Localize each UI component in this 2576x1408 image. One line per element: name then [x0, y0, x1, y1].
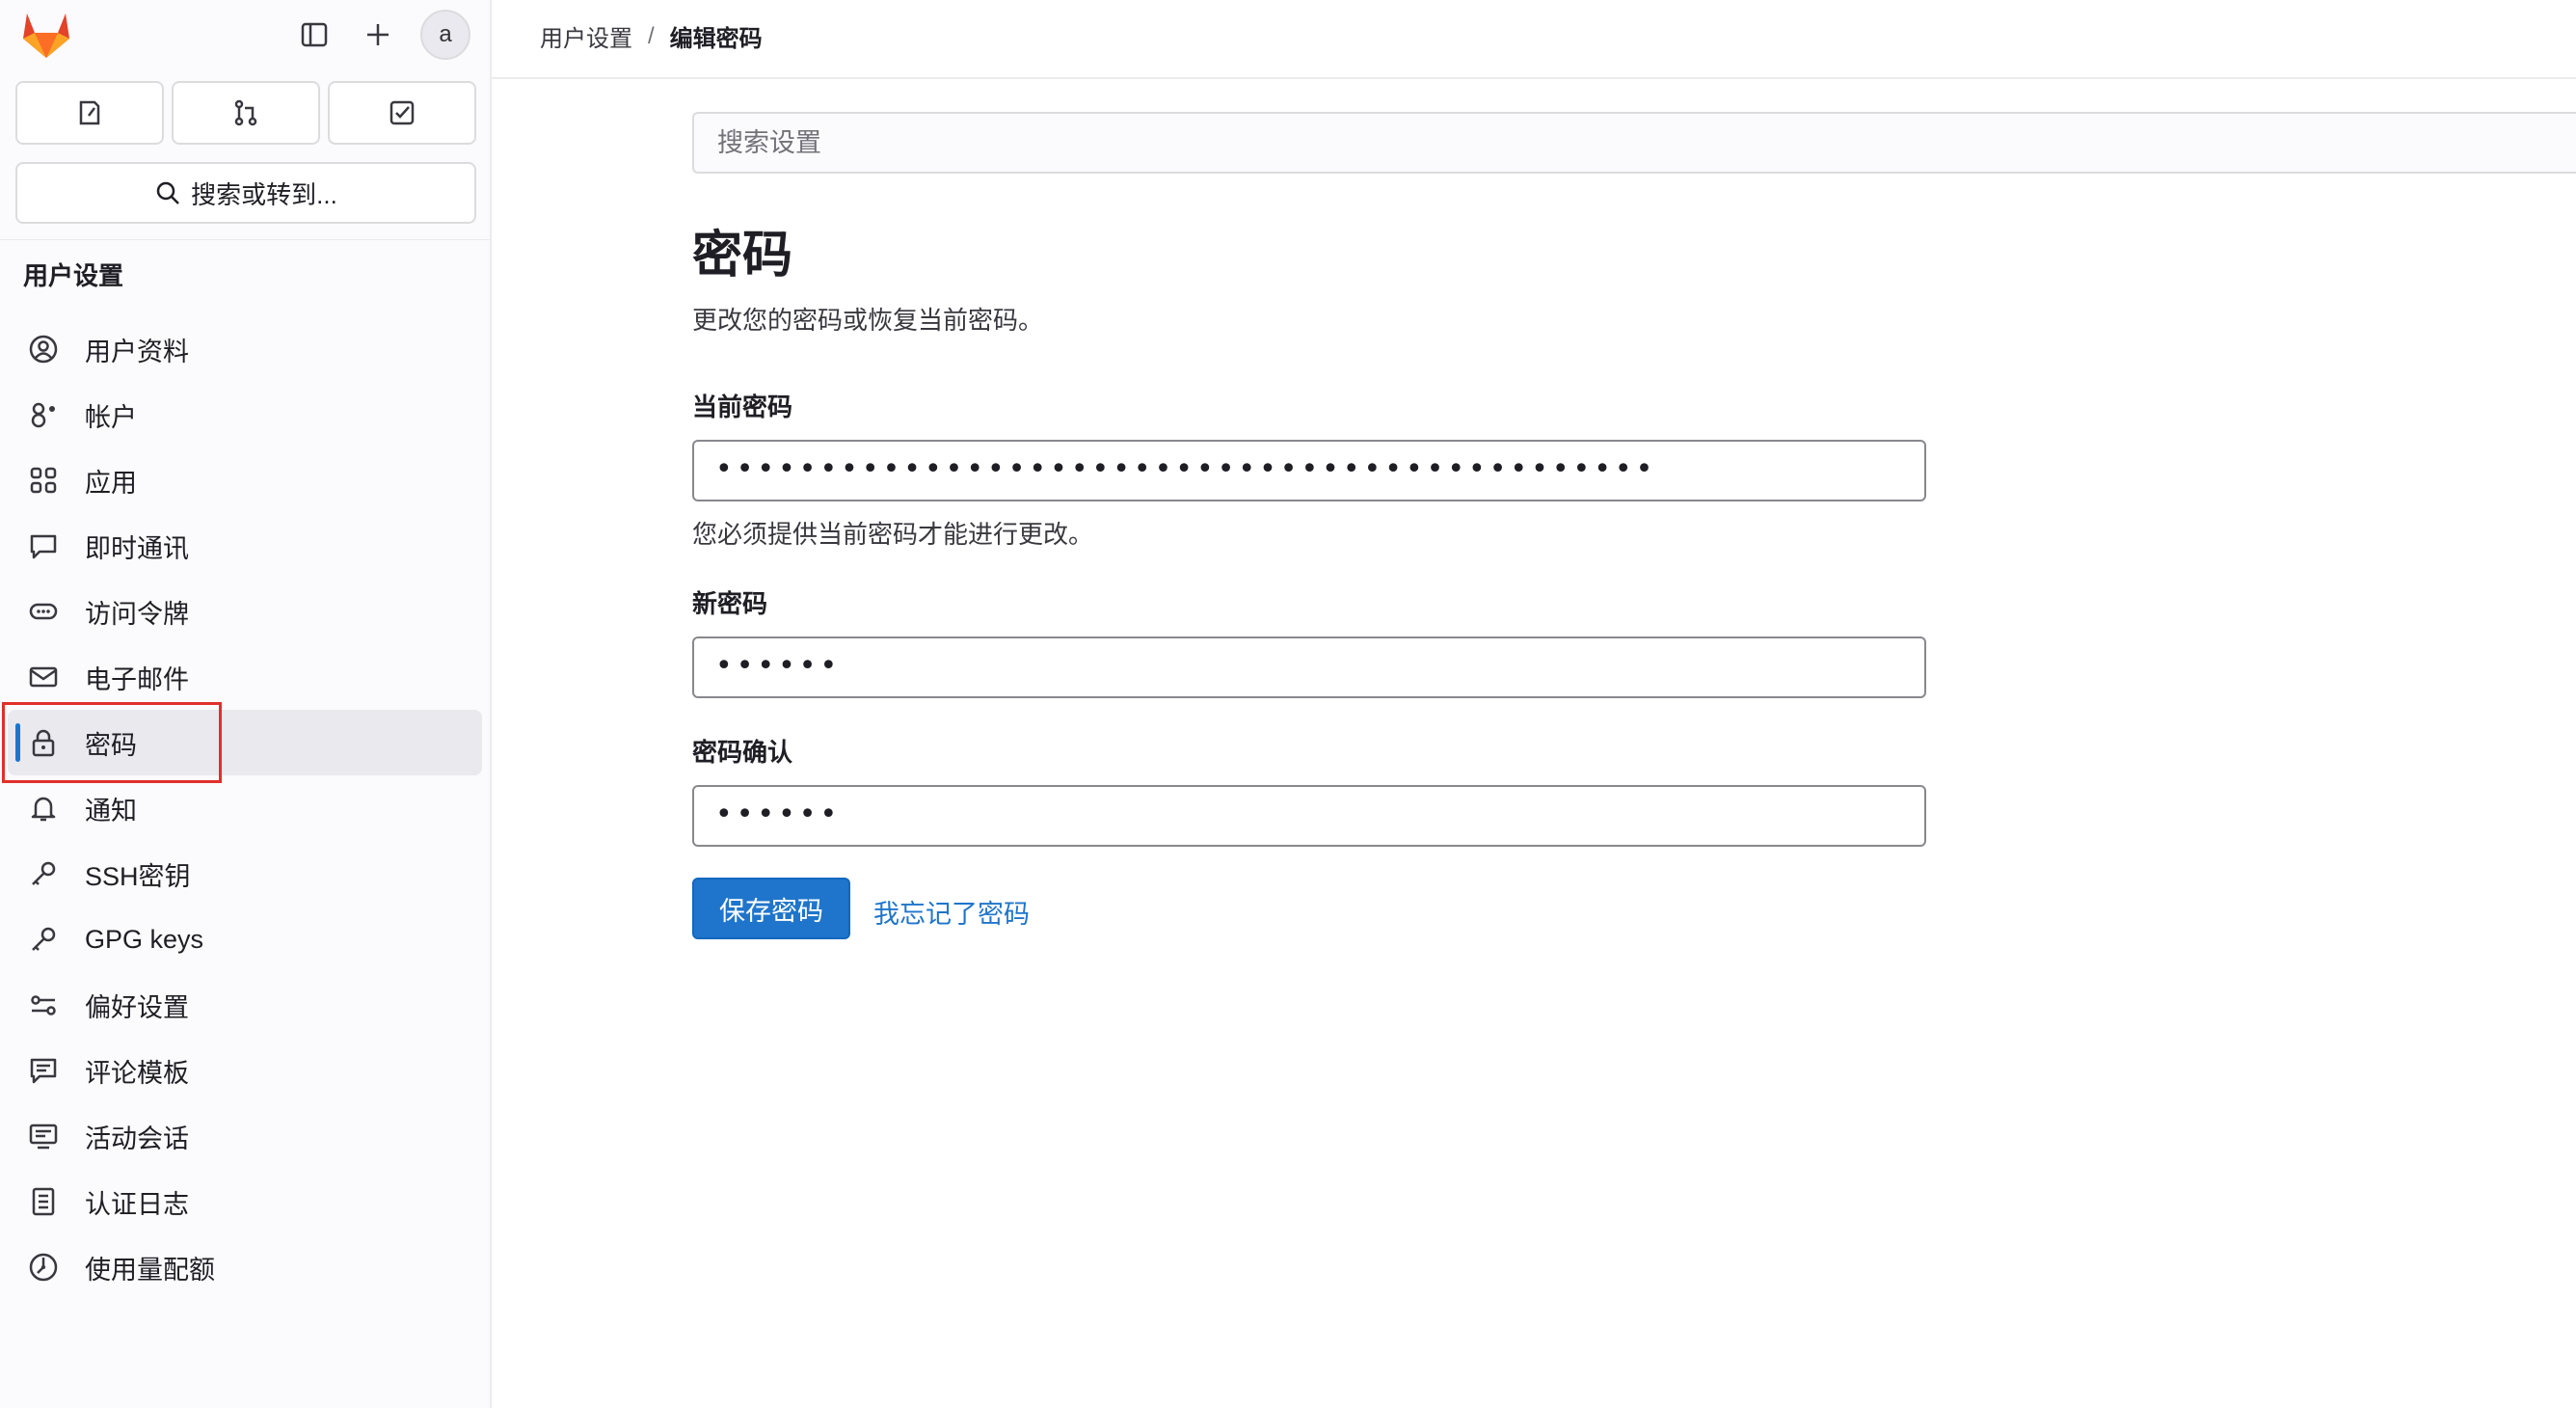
- sidebar-item-label: 用户资料: [85, 337, 189, 366]
- user-circle-icon: [27, 333, 60, 366]
- sidebar-item-preferences[interactable]: 偏好设置: [8, 972, 482, 1038]
- mail-icon: [27, 661, 60, 693]
- quota-icon: [27, 1251, 60, 1284]
- sidebar-item-chat[interactable]: 即时通讯: [8, 513, 482, 579]
- toggle-sidebar-icon[interactable]: [293, 14, 335, 56]
- confirm-password-field[interactable]: ••••••: [692, 785, 1926, 847]
- todo-icon: [389, 100, 415, 125]
- sidebar-nav: 用户资料 帐户 应用 即时通讯 访问令牌 电子邮件 密码 通知 SSH密钥 GP…: [0, 316, 490, 1300]
- sidebar-item-auth-log[interactable]: 认证日志: [8, 1169, 482, 1234]
- search-icon: [156, 181, 180, 204]
- breadcrumb-parent-link[interactable]: 用户设置: [540, 19, 632, 53]
- comment-template-icon: [27, 1054, 60, 1087]
- sidebar-item-label: 访问令牌: [85, 599, 189, 629]
- sidebar-item-active-sessions[interactable]: 活动会话: [8, 1103, 482, 1169]
- sidebar-item-ssh-keys[interactable]: SSH密钥: [8, 841, 482, 907]
- issues-icon: [79, 100, 100, 125]
- sidebar-item-label: 活动会话: [85, 1124, 189, 1153]
- search-or-goto-button[interactable]: 搜索或转到...: [15, 162, 476, 224]
- token-icon: [27, 595, 60, 628]
- highlight-annotation: [2, 702, 222, 783]
- breadcrumb: 用户设置 / 编辑密码: [540, 19, 763, 53]
- sidebar-header: a: [0, 0, 490, 69]
- page-title: 密码: [692, 228, 793, 284]
- top-bar: 用户设置 / 编辑密码: [492, 0, 2576, 79]
- chat-icon: [27, 529, 60, 562]
- sidebar-item-label: GPG keys: [85, 924, 204, 954]
- new-password-label: 新密码: [692, 589, 768, 618]
- page-description: 更改您的密码或恢复当前密码。: [692, 306, 1044, 335]
- todos-button[interactable]: [328, 81, 476, 145]
- sidebar-item-access-tokens[interactable]: 访问令牌: [8, 579, 482, 644]
- sidebar-item-label: 偏好设置: [85, 992, 189, 1022]
- key-icon: [27, 923, 60, 956]
- sidebar-item-label: 电子邮件: [85, 664, 189, 694]
- new-password-field[interactable]: ••••••: [692, 636, 1926, 698]
- sidebar-divider: [0, 239, 490, 240]
- sidebar-item-gpg-keys[interactable]: GPG keys: [8, 907, 482, 972]
- sidebar-section-title: 用户设置: [23, 261, 124, 290]
- sidebar-item-notifications[interactable]: 通知: [8, 775, 482, 841]
- account-icon: [27, 398, 60, 431]
- sidebar-item-account[interactable]: 帐户: [8, 382, 482, 447]
- bell-icon: [27, 792, 60, 825]
- save-password-button[interactable]: 保存密码: [692, 878, 850, 939]
- forgot-password-link[interactable]: 我忘记了密码: [873, 893, 1030, 931]
- sidebar-item-label: 认证日志: [85, 1189, 189, 1219]
- key-icon: [27, 857, 60, 890]
- merge-request-icon: [234, 99, 257, 126]
- confirm-password-label: 密码确认: [692, 738, 793, 767]
- current-password-field[interactable]: ••••••••••••••••••••••••••••••••••••••••…: [692, 440, 1926, 501]
- sidebar-item-label: 帐户: [85, 402, 137, 432]
- merge-requests-button[interactable]: [172, 81, 320, 145]
- sidebar-item-usage-quotas[interactable]: 使用量配额: [8, 1234, 482, 1300]
- breadcrumb-current[interactable]: 编辑密码: [670, 19, 763, 53]
- avatar[interactable]: a: [420, 10, 470, 60]
- log-icon: [27, 1185, 60, 1218]
- search-settings-input[interactable]: 搜索设置: [692, 112, 2576, 174]
- sidebar-item-label: 应用: [85, 468, 137, 498]
- current-password-help: 您必须提供当前密码才能进行更改。: [692, 520, 1094, 549]
- sidebar-item-label: 使用量配额: [85, 1255, 215, 1285]
- sidebar-item-profile[interactable]: 用户资料: [8, 316, 482, 382]
- sidebar-item-label: 通知: [85, 796, 137, 826]
- issues-button[interactable]: [15, 81, 164, 145]
- sidebar-item-label: 即时通讯: [85, 533, 189, 563]
- plus-icon[interactable]: [357, 14, 399, 56]
- current-password-label: 当前密码: [692, 393, 793, 421]
- avatar-text: a: [439, 21, 452, 47]
- monitor-icon: [27, 1120, 60, 1152]
- breadcrumb-separator: /: [648, 22, 655, 49]
- applications-icon: [27, 464, 60, 497]
- sidebar-item-comment-templates[interactable]: 评论模板: [8, 1038, 482, 1103]
- sidebar: a 搜索或转到... 用户设置 用户资料 帐户 应用 即时通讯 访问令牌 电子邮…: [0, 0, 492, 1408]
- search-label: 搜索或转到...: [191, 179, 337, 209]
- gitlab-logo-icon[interactable]: [19, 10, 73, 60]
- sidebar-item-emails[interactable]: 电子邮件: [8, 644, 482, 710]
- preferences-icon: [27, 988, 60, 1021]
- sidebar-item-label: SSH密钥: [85, 861, 191, 891]
- sidebar-item-applications[interactable]: 应用: [8, 447, 482, 513]
- sidebar-item-label: 评论模板: [85, 1058, 189, 1088]
